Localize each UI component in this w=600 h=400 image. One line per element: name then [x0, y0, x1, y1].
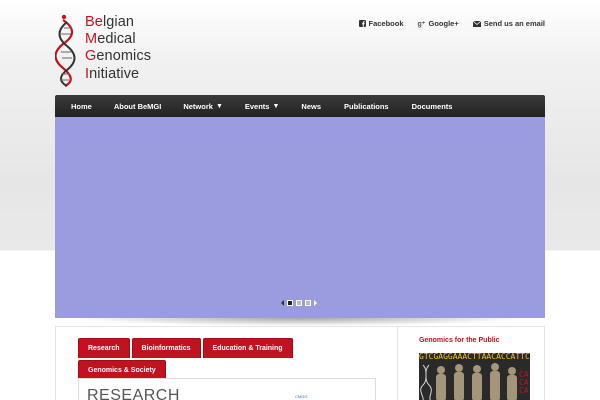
- brand-name: Belgian Medical Genomics Initiative: [85, 14, 151, 83]
- nav-about[interactable]: About BeMGI: [101, 95, 171, 117]
- sidebar: Genomics for the Public GTCGAGGAAACTTAAC…: [419, 337, 539, 400]
- hero-slider[interactable]: [55, 117, 545, 318]
- slider-dot-2[interactable]: [296, 300, 302, 306]
- slider-controls: [281, 300, 317, 306]
- people-silhouettes-icon: CACACA: [420, 363, 529, 400]
- google-plus-icon: g⁺: [417, 20, 426, 28]
- topic-tabs: Research Bioinformatics Education & Trai…: [78, 338, 318, 380]
- panel-image[interactable]: CMGG: [295, 394, 311, 400]
- site-logo[interactable]: Belgian Medical Genomics Initiative: [55, 14, 195, 88]
- slider-prev-icon[interactable]: [281, 300, 284, 306]
- chevron-down-icon: ▼: [272, 102, 280, 110]
- facebook-link[interactable]: Facebook: [358, 19, 404, 28]
- tab-bioinformatics[interactable]: Bioinformatics: [131, 338, 201, 358]
- nav-events[interactable]: Events ▼: [232, 95, 289, 117]
- main-navigation: Home About BeMGI Network ▼ Events ▼ News P…: [55, 95, 545, 117]
- tab-panel: RESEARCH CMGG: [78, 378, 376, 400]
- nav-network[interactable]: Network ▼: [170, 95, 232, 117]
- chevron-down-icon: ▼: [215, 102, 223, 110]
- svg-text:CA: CA: [519, 386, 529, 395]
- nav-home[interactable]: Home: [62, 95, 101, 117]
- slider-dot-3[interactable]: [305, 300, 311, 306]
- slider-shadow: [70, 318, 530, 326]
- brand-line-4: Initiative: [85, 65, 140, 82]
- envelope-icon: [472, 20, 481, 27]
- tab-education-training[interactable]: Education & Training: [202, 338, 293, 358]
- nav-news[interactable]: News: [288, 95, 330, 117]
- brand-line-3: Genomics: [85, 48, 152, 65]
- main-column: Research Bioinformatics Education & Trai…: [56, 327, 398, 400]
- google-plus-link[interactable]: g⁺ Google+: [418, 19, 459, 28]
- genomics-public-image[interactable]: GTCGAGGAAACTTAACACCATTCA CA CA CA: [419, 353, 530, 400]
- panel-title: RESEARCH: [87, 387, 180, 400]
- content-area: Research Bioinformatics Education & Trai…: [55, 326, 545, 400]
- tab-genomics-society[interactable]: Genomics & Society: [78, 360, 166, 380]
- sidebar-title[interactable]: Genomics for the Public: [419, 337, 539, 344]
- slider-next-icon[interactable]: [314, 300, 317, 306]
- email-link[interactable]: Send us an email: [472, 19, 545, 28]
- dna-helix-icon: [55, 14, 76, 87]
- tab-research[interactable]: Research: [78, 338, 130, 358]
- nav-documents[interactable]: Documents: [398, 95, 462, 117]
- brand-line-1: Belgian: [85, 14, 135, 30]
- brand-line-2: Medical: [85, 31, 136, 48]
- social-links: Facebook g⁺ Google+ Send us an email: [358, 19, 545, 28]
- facebook-icon: [358, 20, 366, 27]
- nav-publications[interactable]: Publications: [330, 95, 398, 117]
- slider-dot-1[interactable]: [287, 300, 293, 306]
